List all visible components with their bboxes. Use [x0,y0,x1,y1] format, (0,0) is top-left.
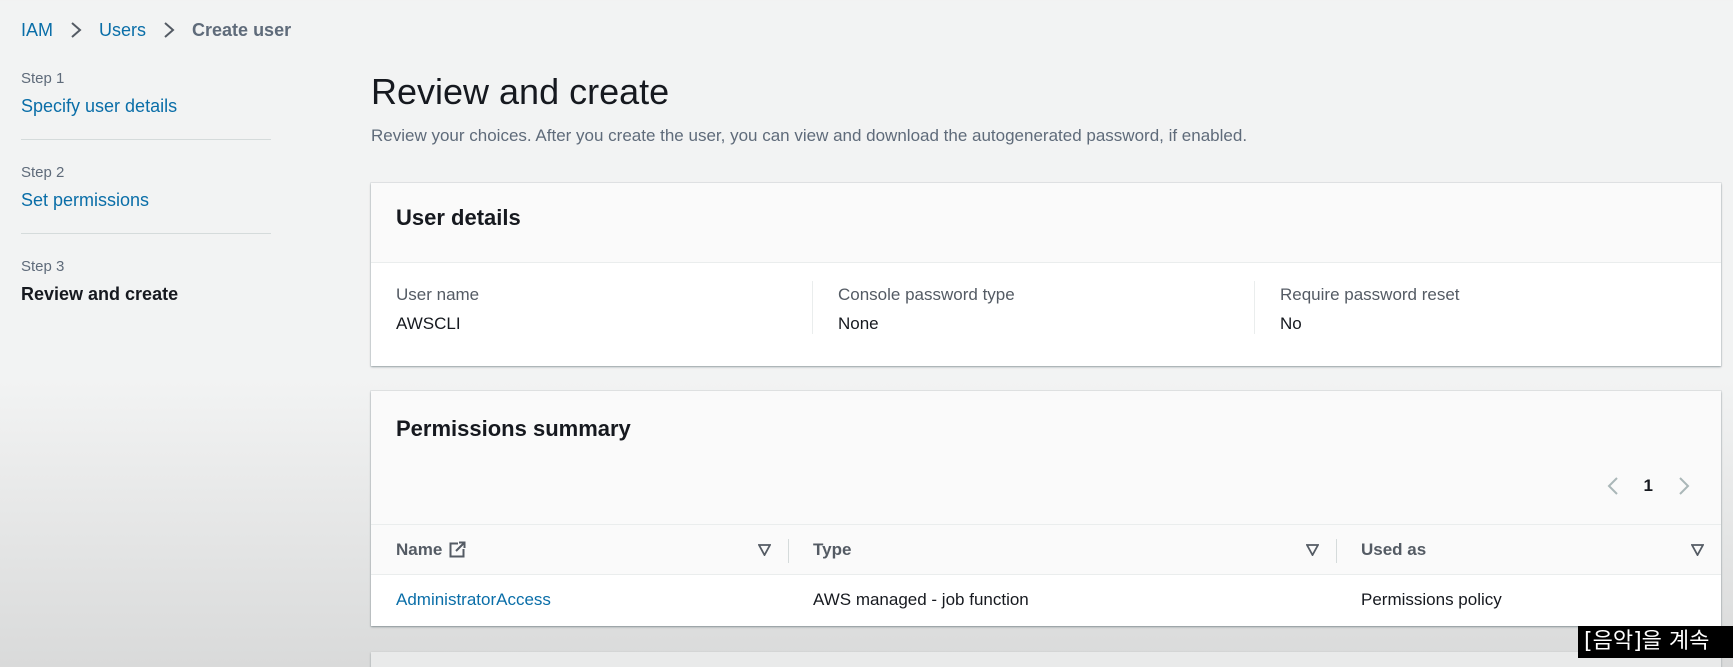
step-caption: Step 3 [21,258,65,275]
pagination: 1 [1602,475,1695,497]
step-1: Step 1 Specify user details [21,70,271,117]
column-header-used-as[interactable]: Used as [1336,525,1721,574]
permissions-summary-title: Permissions summary [396,416,631,441]
step-caption: Step 2 [21,164,65,181]
breadcrumb-iam-link[interactable]: IAM [21,20,53,41]
step-current-review-and-create: Review and create [21,284,179,304]
next-container-edge [371,652,1721,667]
main-header: Review and create Review your choices. A… [371,70,1721,146]
require-password-reset-field: Require password reset No [1254,281,1696,334]
field-value: AWSCLI [396,314,461,333]
breadcrumb-users-link[interactable]: Users [99,20,146,41]
breadcrumb-current: Create user [192,19,292,40]
step-3: Step 3 Review and create [21,258,271,305]
page-description: Review your choices. After you create th… [371,126,1248,145]
field-value: None [838,314,879,333]
external-link-icon [449,541,467,558]
wizard-steps-nav: Step 1 Specify user details Step 2 Set p… [21,70,271,305]
page-title: Review and create [371,71,670,112]
sort-caret-down-icon[interactable] [1691,544,1704,556]
policy-link-administratoraccess[interactable]: AdministratorAccess [396,590,551,609]
field-label: User name [396,285,480,304]
permissions-summary-header: Permissions summary 1 [371,391,1721,524]
step-caption: Step 1 [21,70,65,87]
video-caption-overlay: [음악]을 계속 [1578,626,1733,658]
breadcrumb: IAM Users Create user [21,19,291,41]
step-divider [21,233,271,234]
permissions-table: Name Type Used as AdministratorAccess AW… [371,524,1721,625]
sort-caret-down-icon[interactable] [1306,544,1319,556]
permissions-summary-container: Permissions summary 1 Name Type Used as … [371,391,1721,626]
user-details-container: User details User name AWSCLI Console pa… [371,183,1721,366]
step-2: Step 2 Set permissions [21,164,271,211]
table-cell-name: AdministratorAccess [371,590,788,610]
column-header-label: Type [813,539,852,559]
table-header-row: Name Type Used as [371,524,1721,575]
column-header-label: Name [396,539,443,559]
field-label: Require password reset [1280,285,1460,304]
chevron-right-icon [156,19,182,41]
user-name-field: User name AWSCLI [396,281,812,334]
step-link-specify-user-details[interactable]: Specify user details [21,96,177,117]
field-value: No [1280,314,1302,333]
column-header-type[interactable]: Type [788,525,1336,574]
page-number[interactable]: 1 [1644,476,1653,496]
table-cell-used-as: Permissions policy [1361,590,1502,609]
console-password-type-field: Console password type None [812,281,1254,334]
user-details-header: User details [371,183,1721,263]
chevron-right-icon[interactable] [1673,475,1695,497]
user-details-fields: User name AWSCLI Console password type N… [371,263,1721,352]
chevron-left-icon[interactable] [1602,475,1624,497]
step-link-set-permissions[interactable]: Set permissions [21,190,149,211]
column-header-label: Used as [1361,539,1427,559]
field-label: Console password type [838,285,1015,304]
table-row: AdministratorAccess AWS managed - job fu… [371,575,1721,625]
table-cell-type: AWS managed - job function [813,590,1029,609]
user-details-title: User details [396,205,521,230]
step-divider [21,139,271,140]
column-header-name[interactable]: Name [371,525,788,574]
sort-caret-down-icon[interactable] [758,544,771,556]
chevron-right-icon [63,19,89,41]
